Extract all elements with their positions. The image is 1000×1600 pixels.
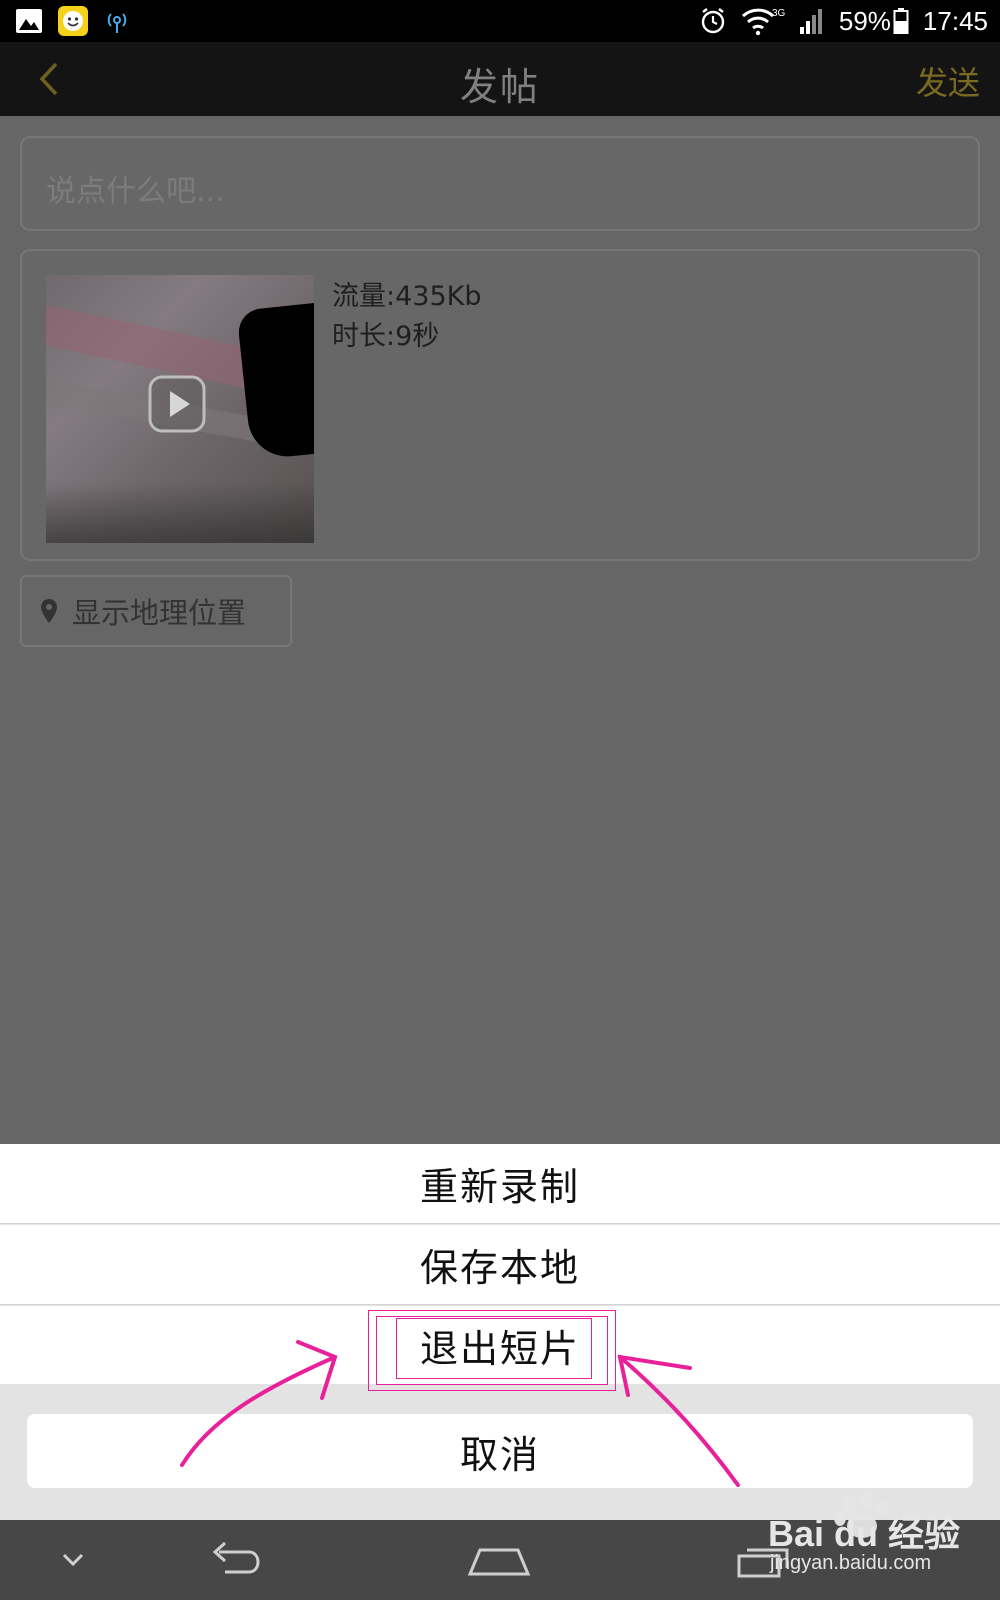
page-title: 发帖	[459, 65, 540, 109]
video-size: 流量:435Kb	[332, 281, 482, 312]
video-info: 流量:435Kb 时长:9秒	[332, 277, 481, 357]
location-label: 显示地理位置	[72, 596, 247, 630]
gallery-icon	[16, 9, 42, 33]
system-indicators: 3G 59% 17:45	[699, 5, 988, 37]
status-bar: 3G 59% 17:45	[0, 0, 1000, 42]
smiley-app-icon	[58, 6, 88, 36]
save-local-option[interactable]: 保存本地	[0, 1225, 1000, 1305]
alarm-icon	[701, 8, 725, 34]
battery-percent: 59%	[838, 5, 891, 36]
hotspot-icon	[107, 13, 127, 33]
video-duration: 时长:9秒	[332, 321, 440, 352]
watermark-url: jingyan.baidu.com	[770, 1552, 932, 1574]
show-location-button[interactable]: 显示地理位置	[20, 575, 292, 647]
thumbnail-shade	[46, 483, 314, 543]
compose-content: 说点什么吧... 流量:435Kb 时长:9秒 显示地理位置	[0, 116, 1000, 1144]
clock: 17:45	[922, 5, 988, 36]
location-pin-icon	[41, 599, 57, 623]
baidu-jingyan-watermark: Bai du 经验	[768, 1491, 960, 1554]
battery-icon	[893, 8, 909, 34]
back-nav-icon[interactable]	[205, 1540, 267, 1580]
notification-icons	[14, 6, 132, 36]
network-type: 3G	[772, 8, 785, 19]
video-thumbnail[interactable]	[46, 275, 314, 543]
wifi-3g-icon: 3G	[741, 8, 785, 36]
chevron-down-icon[interactable]	[60, 1540, 86, 1580]
rerecord-option[interactable]: 重新录制	[0, 1144, 1000, 1224]
video-card: 流量:435Kb 时长:9秒	[20, 249, 980, 561]
annotation-box-inner	[396, 1318, 592, 1379]
send-button[interactable]: 发送	[916, 58, 980, 104]
play-icon[interactable]	[148, 375, 206, 433]
cancel-button[interactable]: 取消	[27, 1414, 973, 1488]
post-text-input[interactable]: 说点什么吧...	[20, 136, 980, 231]
app-bar: 发帖 发送	[0, 42, 1000, 116]
home-nav-icon[interactable]	[466, 1540, 532, 1580]
watermark-brand: Bai du 经验	[768, 1513, 960, 1554]
signal-icon	[799, 9, 822, 34]
